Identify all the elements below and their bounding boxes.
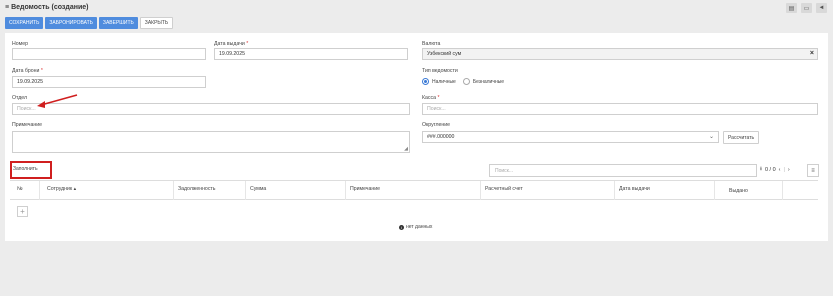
statement-type-label: Тип ведомости — [422, 68, 458, 74]
save-button[interactable]: СОХРАНИТЬ — [5, 17, 44, 29]
col-note[interactable]: Примечание — [350, 186, 380, 192]
currency-value: Узбекский сум — [427, 51, 462, 57]
booking-date-label: Дата брони * — [12, 68, 43, 74]
card-icon[interactable]: ▭ — [801, 3, 812, 13]
radio-cash-label: Наличные — [432, 78, 456, 85]
required-mark: * — [437, 95, 440, 101]
radio-noncash[interactable] — [462, 78, 470, 85]
fill-button[interactable]: Заполнить — [13, 166, 38, 172]
grid-menu-icon[interactable]: ≡ — [807, 164, 819, 177]
currency-select[interactable]: Узбекский сум × — [422, 48, 818, 60]
radio-noncash-label: Безналичные — [472, 78, 505, 85]
cashbox-label: Касса * — [422, 95, 439, 101]
page-title-text: Ведомость (создание) — [11, 4, 89, 11]
issue-date-field[interactable]: 19.09.2025 — [214, 48, 408, 60]
rounding-value: ###.000000 — [427, 134, 455, 140]
statement-type-radios: Наличные Безналичные — [422, 78, 504, 85]
close-button[interactable]: ЗАКРЫТЬ — [139, 17, 174, 29]
number-label: Номер — [12, 41, 28, 47]
col-divider — [39, 181, 40, 200]
col-divider — [173, 181, 174, 200]
table-header: № Сотрудник ▴ Задолженность Сумма Примеч… — [10, 180, 818, 200]
col-number[interactable]: № — [17, 186, 23, 192]
col-divider — [714, 181, 715, 200]
calculate-button[interactable]: Рассчитать — [723, 131, 760, 144]
issue-date-label-text: Дата выдачи — [214, 41, 245, 47]
toolbar: СОХРАНИТЬ ЗАБРОНИРОВАТЬ ЗАВЕРШИТЬ ЗАКРЫТ… — [5, 17, 174, 29]
col-employee-label: Сотрудник — [47, 186, 73, 192]
col-divider — [614, 181, 615, 200]
col-issue-date[interactable]: Дата выдачи — [619, 186, 650, 192]
col-issued[interactable]: Выдано — [729, 188, 748, 194]
document-icon[interactable]: ▤ — [786, 3, 797, 13]
top-icons: ▤ ▭ ◄ — [786, 3, 827, 13]
booking-date-label-text: Дата брони — [12, 68, 40, 74]
empty-state-text: нет данных — [406, 224, 433, 230]
resize-grip-icon[interactable]: ◢ — [404, 146, 408, 152]
pager-count: 0 / 0 — [764, 166, 776, 173]
chevron-down-icon: ⌄ — [708, 134, 714, 140]
title-bar: ≡ Ведомость (создание) ▤ ▭ ◄ — [0, 0, 833, 17]
page-title: ≡ Ведомость (создание) — [5, 4, 89, 11]
col-employee[interactable]: Сотрудник ▴ — [47, 186, 76, 192]
add-row-button[interactable]: + — [17, 206, 28, 217]
radio-cash[interactable] — [422, 78, 429, 85]
col-divider — [245, 181, 246, 200]
number-field[interactable] — [12, 48, 206, 60]
currency-label: Валюта — [422, 41, 441, 47]
menu-icon[interactable]: ≡ — [5, 4, 9, 11]
col-divider — [345, 181, 346, 200]
col-divider — [782, 181, 783, 200]
info-icon: i — [399, 224, 404, 230]
department-label: Отдел — [12, 95, 28, 101]
note-label: Примечание — [12, 122, 43, 128]
empty-state: i нет данных — [399, 224, 432, 230]
rounding-label: Округление — [422, 122, 451, 128]
prev-page-icon[interactable]: ‹ — [779, 167, 781, 173]
col-account[interactable]: Расчетный счет — [485, 186, 523, 192]
sort-asc-icon: ▴ — [73, 186, 77, 192]
clear-icon[interactable]: × — [810, 50, 814, 57]
rounding-select[interactable]: ###.000000 ⌄ — [422, 131, 719, 143]
download-icon[interactable]: ⭳ — [760, 165, 762, 174]
megaphone-icon[interactable]: ◄ — [816, 3, 827, 13]
note-textarea[interactable]: ◢ — [12, 131, 410, 153]
col-divider — [480, 181, 481, 200]
pager-divider: | — [783, 166, 785, 173]
booking-date-field[interactable]: 19.09.2025 — [12, 76, 206, 88]
annotation-arrow-icon — [37, 94, 78, 108]
next-page-icon[interactable]: › — [788, 167, 790, 173]
cashbox-search[interactable]: Поиск... — [422, 103, 818, 115]
required-mark: * — [246, 41, 249, 47]
col-amount[interactable]: Сумма — [250, 186, 266, 192]
finish-button[interactable]: ЗАВЕРШИТЬ — [98, 17, 138, 29]
col-debt[interactable]: Задолженность — [178, 186, 216, 192]
cashbox-label-text: Касса — [422, 95, 436, 101]
pager: ⭳ 0 / 0 ‹ | › — [760, 165, 790, 174]
required-mark: * — [40, 68, 43, 74]
issue-date-label: Дата выдачи * — [214, 41, 248, 47]
reserve-button[interactable]: ЗАБРОНИРОВАТЬ — [45, 17, 97, 29]
grid-search-input[interactable]: Поиск... — [489, 164, 757, 177]
